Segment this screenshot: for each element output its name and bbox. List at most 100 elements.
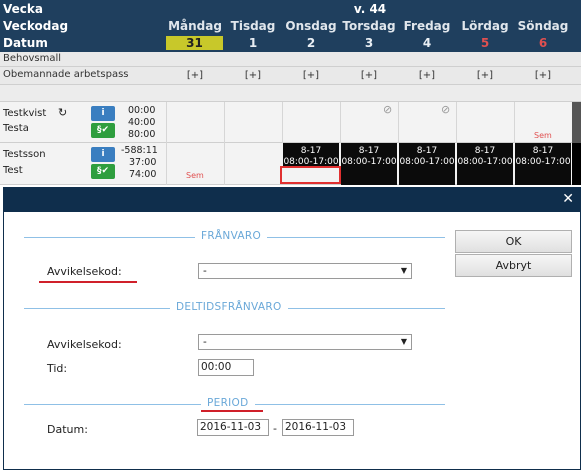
no-schedule-icon: ⊘ — [383, 103, 393, 116]
shift-name: 8-17 — [532, 146, 554, 156]
no-schedule-icon: ⊘ — [441, 103, 451, 116]
week-number: v. 44 — [353, 2, 387, 16]
avvikelsekod-label: Avvikelsekod: — [47, 265, 122, 278]
section-deltid: DELTIDSFRÅNVARO — [24, 301, 445, 315]
refresh-icon[interactable]: ↻ — [58, 106, 67, 119]
hours-value: 40:00 — [128, 117, 156, 128]
day-cell[interactable] — [514, 102, 515, 143]
day-cell[interactable] — [224, 102, 225, 143]
datum-label: Datum: — [47, 423, 88, 436]
add-shift-button[interactable]: [+] — [523, 70, 563, 81]
shift-time: 08:00-17:00 — [341, 157, 397, 167]
deltid-avvikelsekod-label: Avvikelsekod: — [47, 338, 122, 351]
add-shift-button[interactable]: [+] — [175, 70, 215, 81]
day-cell[interactable] — [224, 143, 225, 185]
section-franvaro: FRÅNVARO — [24, 230, 445, 244]
selected-cell-highlight — [280, 166, 341, 184]
day-number-today[interactable]: 31 — [166, 36, 223, 50]
veckodag-label: Veckodag — [3, 19, 69, 33]
annotation-underline — [201, 410, 263, 412]
from-date-input[interactable]: 2016-11-03 — [197, 419, 269, 436]
section-title: PERIOD — [201, 397, 255, 409]
paragraph-check-icon[interactable]: §✔ — [91, 123, 115, 138]
day-name: Onsdag — [285, 19, 337, 33]
shift-time: 08:00-17:00 — [399, 157, 455, 167]
hours-value: -588:11 — [121, 145, 158, 156]
section-title: FRÅNVARO — [195, 230, 268, 242]
shift-block[interactable]: 8-17 08:00-17:00 — [457, 143, 513, 185]
paragraph-check-icon[interactable]: §✔ — [91, 164, 115, 179]
to-date-input[interactable]: 2016-11-03 — [282, 419, 354, 436]
datum-label: Datum — [3, 36, 48, 50]
select-value: - — [203, 336, 207, 348]
add-shift-button[interactable]: [+] — [465, 70, 505, 81]
section-period: PERIOD — [24, 397, 445, 411]
day-cell[interactable] — [456, 102, 457, 143]
info-icon[interactable]: i — [91, 147, 115, 162]
employee-firstname[interactable]: Testa — [3, 123, 29, 134]
employee-lastname[interactable]: Testsson — [3, 149, 46, 160]
day-name: Måndag — [168, 19, 222, 33]
day-name: Tisdag — [230, 19, 276, 33]
day-cell[interactable] — [282, 102, 283, 143]
hours-value: 00:00 — [128, 105, 156, 116]
hours-value: 80:00 — [128, 129, 156, 140]
shift-block[interactable]: 8-17 08:00-17:00 — [283, 143, 339, 167]
cancel-button[interactable]: Avbryt — [455, 254, 572, 277]
section-title: DELTIDSFRÅNVARO — [170, 301, 288, 313]
shift-block[interactable]: 8-17 08:00-17:00 — [515, 143, 571, 185]
shift-block[interactable]: 8-17 08:00-17:00 — [399, 143, 455, 185]
spacer-row — [0, 85, 581, 102]
tid-input[interactable]: 00:00 — [198, 359, 254, 376]
add-shift-button[interactable]: [+] — [291, 70, 331, 81]
shift-name: 8-17 — [300, 146, 322, 156]
day-cell[interactable] — [166, 102, 167, 143]
obemannade-label: Obemannade arbetspass — [3, 69, 129, 80]
close-icon[interactable]: ✕ — [562, 191, 574, 207]
date-range-dash: - — [273, 422, 277, 435]
day-name: Lördag — [461, 19, 509, 33]
hours-value: 74:00 — [129, 169, 157, 180]
info-icon[interactable]: i — [91, 106, 115, 121]
day-cell[interactable] — [166, 143, 167, 185]
chevron-down-icon: ▼ — [400, 337, 407, 346]
day-name: Söndag — [517, 19, 569, 33]
add-shift-button[interactable]: [+] — [407, 70, 447, 81]
day-number[interactable]: 5 — [456, 36, 514, 50]
employee-lastname[interactable]: Testkvist — [3, 108, 46, 119]
overflow-cell — [572, 143, 581, 185]
employee-row: Testkvist ↻ Testa i §✔ 00:00 40:00 80:00… — [0, 102, 581, 143]
schedule-app: Vecka v. 44 Veckodag Datum Måndag Tisdag… — [0, 0, 581, 470]
absence-dialog: ✕ FRÅNVARO Avvikelsekod: - ▼ DELTIDSFRÅN… — [3, 187, 581, 470]
obemannade-row: Obemannade arbetspass [+] [+] [+] [+] [+… — [0, 67, 581, 85]
dialog-title-bar: ✕ — [4, 188, 580, 212]
select-value: - — [203, 265, 207, 277]
shift-time: 08:00-17:00 — [515, 157, 571, 167]
day-number[interactable]: 6 — [514, 36, 572, 50]
shift-block[interactable]: 8-17 08:00-17:00 — [341, 143, 397, 185]
day-cell[interactable] — [340, 102, 341, 143]
shift-name: 8-17 — [358, 146, 380, 156]
chevron-down-icon: ▼ — [400, 266, 407, 275]
add-shift-button[interactable]: [+] — [349, 70, 389, 81]
add-shift-button[interactable]: [+] — [233, 70, 273, 81]
behovsmall-label: Behovsmall — [3, 53, 62, 64]
deltid-avvikelsekod-select[interactable]: - ▼ — [198, 334, 412, 350]
day-cell[interactable] — [398, 102, 399, 143]
overflow-cell — [572, 102, 581, 143]
employee-firstname[interactable]: Test — [3, 165, 23, 176]
day-number[interactable]: 2 — [282, 36, 340, 50]
day-number[interactable]: 3 — [340, 36, 398, 50]
shift-name: 8-17 — [416, 146, 438, 156]
shift-time: 08:00-17:00 — [457, 157, 513, 167]
annotation-underline — [39, 281, 137, 283]
sem-label: Sem — [534, 131, 552, 140]
vecka-label: Vecka — [3, 2, 43, 16]
avvikelsekod-select[interactable]: - ▼ — [198, 263, 412, 279]
day-number[interactable]: 1 — [224, 36, 282, 50]
hours-value: 37:00 — [129, 157, 157, 168]
day-name: Fredag — [403, 19, 451, 33]
ok-button[interactable]: OK — [455, 230, 572, 253]
sem-label: Sem — [186, 171, 204, 180]
day-number[interactable]: 4 — [398, 36, 456, 50]
